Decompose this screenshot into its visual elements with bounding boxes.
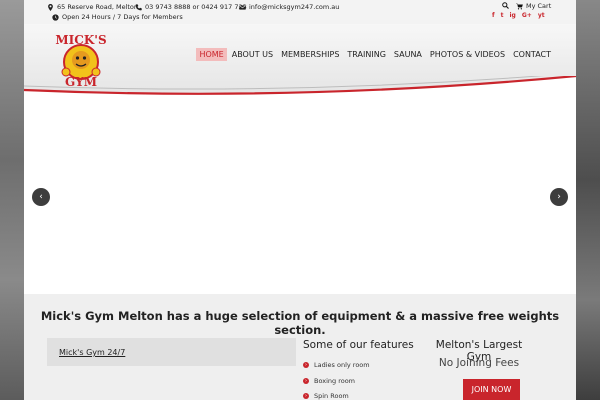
- content-section: Mick's Gym Melton has a huge selection o…: [24, 294, 576, 400]
- nav-item-home[interactable]: Home: [196, 48, 227, 61]
- clock-icon: [52, 13, 59, 21]
- chevron-right-icon: ›: [557, 192, 561, 202]
- nav-item-contact[interactable]: Contact: [510, 48, 554, 61]
- main-nav: Home About Us Memberships Training Sauna…: [196, 48, 554, 61]
- google-plus-icon[interactable]: G+: [522, 12, 532, 19]
- header-swoosh: [24, 76, 576, 100]
- nav-item-about-us[interactable]: About Us: [229, 48, 276, 61]
- twitter-icon[interactable]: t: [501, 12, 504, 19]
- facebook-icon[interactable]: f: [492, 12, 495, 19]
- feature-item: › Ladies only room: [303, 361, 370, 369]
- phone-icon: [135, 3, 142, 11]
- site-header: MICK'S GYM Home About Us Memberships Tra…: [24, 24, 576, 100]
- nav-item-memberships[interactable]: Memberships: [278, 48, 342, 61]
- cart-icon: [516, 3, 523, 10]
- feature-label: Ladies only room: [314, 361, 370, 369]
- feature-item: › Spin Room: [303, 392, 349, 400]
- top-bar: 65 Reserve Road, Melton 03 9743 8888 or …: [24, 0, 576, 24]
- email-info[interactable]: info@micksgym247.com.au: [239, 3, 339, 11]
- instagram-icon[interactable]: ig: [510, 12, 516, 19]
- chevron-right-icon: ›: [303, 393, 309, 399]
- chevron-right-icon: ›: [303, 378, 309, 384]
- phone-text: 03 9743 8888 or 0424 917 723: [145, 3, 247, 11]
- background-photo-left: [0, 0, 24, 400]
- nav-item-training[interactable]: Training: [344, 48, 388, 61]
- email-text: info@micksgym247.com.au: [249, 3, 340, 11]
- hero-slider: ‹ ›: [24, 100, 576, 294]
- background-photo-right: [576, 0, 600, 400]
- youtube-icon[interactable]: yt: [538, 12, 545, 19]
- chevron-right-icon: ›: [303, 362, 309, 368]
- social-links: f t ig G+ yt: [492, 12, 545, 19]
- nav-item-photos-videos[interactable]: Photos & Videos: [427, 48, 508, 61]
- intro-headline: Mick's Gym Melton has a huge selection o…: [40, 309, 560, 337]
- no-fees-text: No Joining Fees: [438, 357, 520, 369]
- tab-micks-gym[interactable]: Mick's Gym 24/7: [47, 338, 296, 366]
- search-icon: [502, 2, 509, 9]
- chevron-left-icon: ‹: [39, 192, 43, 202]
- slider-next-button[interactable]: ›: [550, 188, 568, 206]
- envelope-icon: [239, 4, 246, 11]
- feature-item: › Boxing room: [303, 377, 355, 385]
- address-text: 65 Reserve Road, Melton: [57, 3, 139, 11]
- hours-info: Open 24 Hours / 7 Days for Members: [52, 13, 183, 21]
- address-info: 65 Reserve Road, Melton: [47, 3, 138, 11]
- map-pin-icon: [47, 3, 54, 11]
- slider-prev-button[interactable]: ‹: [32, 188, 50, 206]
- nav-item-sauna[interactable]: Sauna: [391, 48, 425, 61]
- hours-text: Open 24 Hours / 7 Days for Members: [62, 13, 183, 21]
- logo-top-text: MICK'S: [55, 33, 106, 47]
- join-now-button[interactable]: Join Now: [463, 379, 520, 400]
- cart-link[interactable]: My Cart: [516, 2, 551, 10]
- feature-label: Spin Room: [314, 392, 349, 400]
- feature-label: Boxing room: [314, 377, 356, 385]
- search-button[interactable]: [502, 2, 509, 9]
- page: 65 Reserve Road, Melton 03 9743 8888 or …: [24, 0, 576, 400]
- cart-label: My Cart: [526, 2, 552, 10]
- features-heading: Some of our features: [303, 339, 414, 351]
- phone-info[interactable]: 03 9743 8888 or 0424 917 723: [135, 3, 247, 11]
- tab-label: Mick's Gym 24/7: [59, 348, 126, 357]
